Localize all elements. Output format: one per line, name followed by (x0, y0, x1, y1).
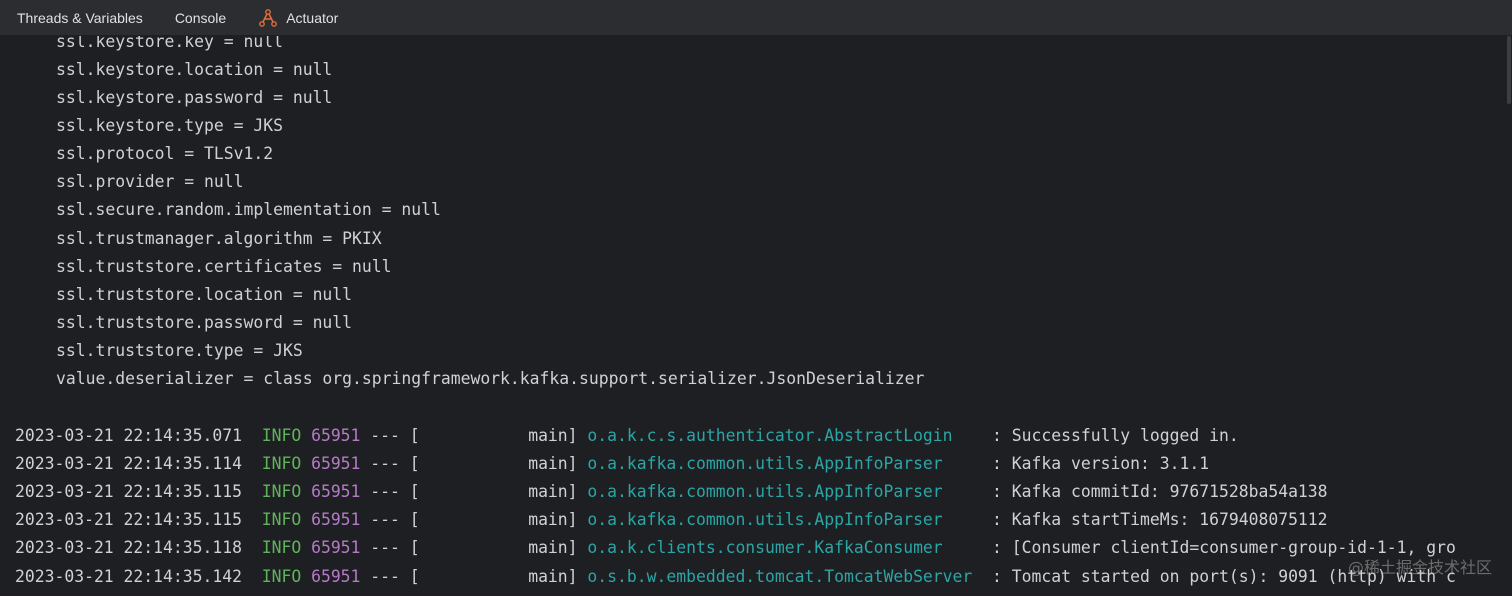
tool-window-tabbar: Threads & Variables Console Actuator (0, 0, 1512, 36)
log-message: : Kafka version: 3.1.1 (982, 454, 1210, 473)
log-level: INFO (261, 454, 302, 473)
config-line: ssl.truststore.password = null (56, 313, 353, 332)
log-logger[interactable]: o.a.k.c.s.authenticator.AbstractLogin (587, 426, 982, 445)
log-thread: [ main] (409, 426, 578, 445)
config-line: ssl.keystore.type = JKS (56, 116, 283, 135)
log-pid: 65951 (311, 510, 361, 529)
log-pid: 65951 (311, 482, 361, 501)
log-line: 2023-03-21 22:14:35.114 INFO 65951 --- [… (15, 450, 1209, 478)
log-thread: [ main] (409, 567, 578, 586)
log-level: INFO (261, 567, 302, 586)
log-timestamp: 2023-03-21 22:14:35.115 (15, 482, 242, 501)
log-timestamp: 2023-03-21 22:14:35.142 (15, 567, 242, 586)
log-pid: 65951 (311, 538, 361, 557)
log-separator: --- (370, 567, 400, 586)
log-separator: --- (370, 538, 400, 557)
config-line: ssl.trustmanager.algorithm = PKIX (56, 229, 382, 248)
log-logger[interactable]: o.s.b.w.embedded.tomcat.TomcatWebServer (587, 567, 982, 586)
log-timestamp: 2023-03-21 22:14:35.115 (15, 510, 242, 529)
log-line: 2023-03-21 22:14:35.142 INFO 65951 --- [… (15, 563, 1456, 591)
config-line: ssl.provider = null (56, 172, 244, 191)
scrollbar-thumb[interactable] (1507, 36, 1511, 104)
log-separator: --- (370, 426, 400, 445)
log-line: 2023-03-21 22:14:35.071 INFO 65951 --- [… (15, 422, 1239, 450)
config-line: ssl.truststore.type = JKS (56, 341, 303, 360)
log-timestamp: 2023-03-21 22:14:35.118 (15, 538, 242, 557)
log-separator: --- (370, 482, 400, 501)
log-thread: [ main] (409, 482, 578, 501)
tab-console-label: Console (174, 9, 227, 26)
log-logger[interactable]: o.a.kafka.common.utils.AppInfoParser (587, 454, 982, 473)
log-logger[interactable]: o.a.kafka.common.utils.AppInfoParser (587, 510, 982, 529)
log-level: INFO (261, 538, 302, 557)
config-line: ssl.truststore.certificates = null (56, 257, 392, 276)
log-timestamp: 2023-03-21 22:14:35.071 (15, 426, 242, 445)
tab-actuator-label: Actuator (286, 9, 339, 26)
log-pid: 65951 (311, 426, 361, 445)
log-thread: [ main] (409, 454, 578, 473)
log-pid: 65951 (311, 567, 361, 586)
config-line: ssl.protocol = TLSv1.2 (56, 144, 274, 163)
log-logger[interactable]: o.a.k.clients.consumer.KafkaConsumer (587, 538, 982, 557)
log-line: 2023-03-21 22:14:35.115 INFO 65951 --- [… (15, 478, 1328, 506)
log-logger[interactable]: o.a.kafka.common.utils.AppInfoParser (587, 482, 982, 501)
config-line: value.deserializer = class org.springfra… (56, 369, 925, 388)
log-thread: [ main] (409, 510, 578, 529)
log-pid: 65951 (311, 454, 361, 473)
log-line: 2023-03-21 22:14:35.118 INFO 65951 --- [… (15, 534, 1456, 562)
log-thread: [ main] (409, 538, 578, 557)
console-scrollbar[interactable] (1506, 36, 1512, 596)
log-timestamp: 2023-03-21 22:14:35.114 (15, 454, 242, 473)
log-separator: --- (370, 454, 400, 473)
tab-console[interactable]: Console (159, 0, 242, 35)
log-message: : Successfully logged in. (982, 426, 1239, 445)
tab-threads-variables-label: Threads & Variables (17, 9, 143, 26)
tab-threads-variables[interactable]: Threads & Variables (0, 0, 159, 35)
config-line: ssl.secure.random.implementation = null (56, 200, 441, 219)
tab-actuator[interactable]: Actuator (242, 0, 354, 35)
log-level: INFO (261, 482, 302, 501)
log-line: 2023-03-21 22:14:35.115 INFO 65951 --- [… (15, 506, 1328, 534)
log-message: : Kafka commitId: 97671528ba54a138 (982, 482, 1328, 501)
config-line: ssl.keystore.key = null (56, 36, 283, 51)
log-message: : Kafka startTimeMs: 1679408075112 (982, 510, 1328, 529)
config-line: ssl.truststore.location = null (56, 285, 353, 304)
watermark: @稀土掘金技术社区 (1347, 558, 1492, 577)
actuator-icon (258, 8, 278, 28)
log-level: INFO (261, 426, 302, 445)
log-level: INFO (261, 510, 302, 529)
console-output[interactable]: ssl.keystore.key = null ssl.keystore.loc… (0, 36, 1506, 596)
config-line: ssl.keystore.location = null (56, 60, 333, 79)
config-line: ssl.keystore.password = null (56, 88, 333, 107)
log-separator: --- (370, 510, 400, 529)
